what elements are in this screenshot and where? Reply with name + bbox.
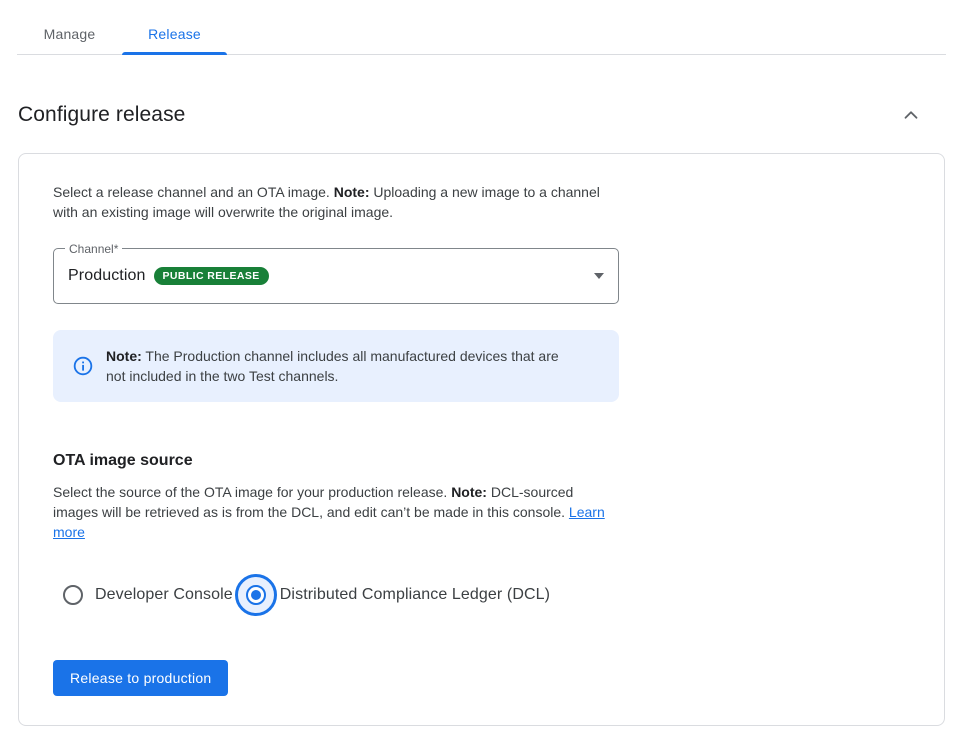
intro-text: Select a release channel and an OTA imag…	[53, 182, 619, 222]
public-release-badge: PUBLIC RELEASE	[154, 267, 269, 285]
radio-developer-console[interactable]	[63, 585, 83, 605]
ota-source-description: Select the source of the OTA image for y…	[53, 482, 619, 542]
channel-select-value: Production	[68, 267, 146, 285]
collapse-section-button[interactable]	[895, 99, 927, 131]
tab-manage[interactable]: Manage	[17, 14, 122, 54]
intro-note-label: Note:	[334, 184, 370, 200]
channel-select-label: Channel*	[65, 242, 122, 256]
channel-select[interactable]: Channel* Production PUBLIC RELEASE	[53, 248, 619, 304]
ota-source-heading: OTA image source	[53, 452, 619, 470]
release-to-production-button[interactable]: Release to production	[53, 660, 228, 696]
note-box-label: Note:	[106, 348, 142, 364]
page-title: Configure release	[18, 103, 185, 127]
radio-dcl-label[interactable]: Distributed Compliance Ledger (DCL)	[280, 586, 550, 604]
production-note-text: Note: The Production channel includes al…	[106, 346, 576, 386]
ota-desc-pre: Select the source of the OTA image for y…	[53, 484, 451, 500]
ota-note-label: Note:	[451, 484, 487, 500]
radio-dcl-dot	[251, 590, 261, 600]
intro-text-pre: Select a release channel and an OTA imag…	[53, 184, 334, 200]
tab-bar: Manage Release	[17, 0, 946, 55]
tab-release[interactable]: Release	[122, 14, 227, 54]
info-icon	[73, 356, 93, 376]
production-note-box: Note: The Production channel includes al…	[53, 330, 619, 402]
chevron-up-icon	[900, 104, 922, 126]
radio-dcl-selected-icon	[246, 585, 266, 605]
tab-release-label: Release	[148, 26, 201, 42]
note-box-body: The Production channel includes all manu…	[106, 348, 559, 384]
dropdown-arrow-icon	[594, 273, 604, 279]
configure-release-card: Select a release channel and an OTA imag…	[18, 153, 945, 726]
radio-dcl[interactable]	[235, 574, 277, 616]
tab-manage-label: Manage	[44, 26, 96, 42]
radio-developer-console-label[interactable]: Developer Console	[95, 586, 233, 604]
section-header: Configure release	[18, 99, 945, 131]
ota-source-radio-group: Developer Console Distributed Compliance…	[63, 574, 619, 616]
